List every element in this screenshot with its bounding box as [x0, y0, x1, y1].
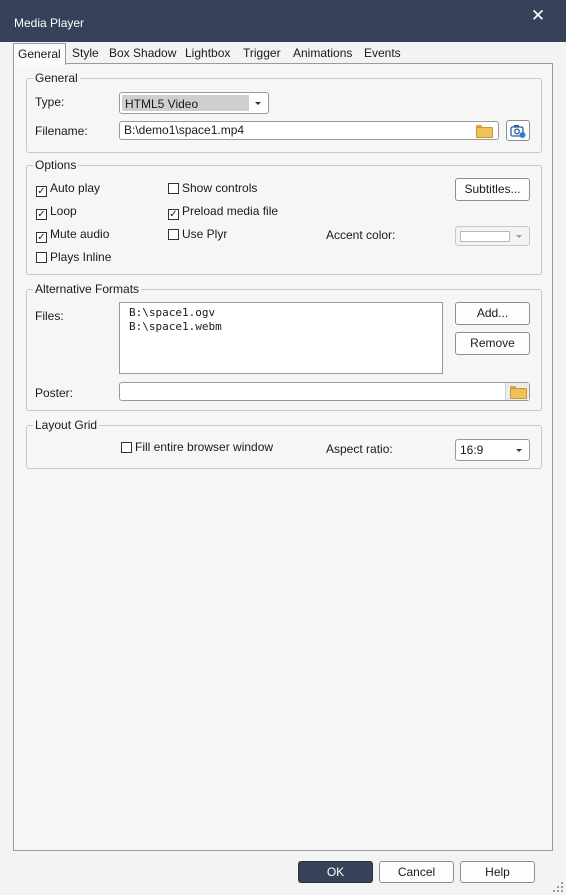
- loop-checkbox[interactable]: ✓ Loop: [36, 204, 77, 220]
- use-plyr-checkbox[interactable]: Use Plyr: [168, 227, 227, 243]
- use-plyr-label: Use Plyr: [182, 227, 228, 241]
- plays-inline-checkbox[interactable]: Plays Inline: [36, 250, 111, 266]
- checkbox-empty-icon: [168, 229, 179, 240]
- title-bar: Media Player ✕: [0, 0, 566, 42]
- poster-input[interactable]: [119, 382, 530, 401]
- mute-audio-label: Mute audio: [50, 227, 110, 241]
- fill-window-checkbox[interactable]: Fill entire browser window: [121, 440, 273, 456]
- tab-events[interactable]: Events: [362, 45, 403, 63]
- layout-grid-group: Layout Grid Fill entire browser window A…: [26, 418, 542, 469]
- auto-play-checkbox[interactable]: ✓ Auto play: [36, 181, 100, 197]
- checkmark-icon: ✓: [36, 232, 47, 243]
- tab-lightbox[interactable]: Lightbox: [183, 45, 232, 63]
- aspect-ratio-label: Aspect ratio:: [326, 442, 393, 456]
- tab-general[interactable]: General: [13, 43, 66, 65]
- tab-animations[interactable]: Animations: [291, 45, 354, 63]
- accent-color-picker[interactable]: [455, 226, 530, 246]
- camera-icon: [510, 125, 526, 138]
- preload-media-label: Preload media file: [182, 204, 279, 218]
- filename-value: B:\demo1\space1.mp4: [124, 123, 245, 137]
- resize-grip-icon[interactable]: [553, 882, 563, 892]
- checkbox-empty-icon: [121, 442, 132, 453]
- checkmark-icon: ✓: [36, 209, 47, 220]
- close-icon[interactable]: ✕: [520, 4, 556, 32]
- options-group: Options ✓ Auto play ✓ Loop ✓ Mute audio Pla…: [26, 158, 542, 275]
- show-controls-checkbox[interactable]: Show controls: [168, 181, 257, 197]
- plays-inline-label: Plays Inline: [50, 250, 112, 264]
- tab-style[interactable]: Style: [70, 45, 101, 63]
- help-button[interactable]: Help: [460, 861, 535, 883]
- auto-play-label: Auto play: [50, 181, 101, 195]
- chevron-down-icon: [516, 235, 522, 238]
- media-library-button[interactable]: [506, 120, 530, 141]
- alternative-formats-title: Alternative Formats: [33, 282, 142, 296]
- fill-window-label: Fill entire browser window: [135, 440, 274, 454]
- list-item[interactable]: B:\space1.ogv: [129, 306, 215, 319]
- subtitles-button[interactable]: Subtitles...: [455, 178, 530, 201]
- checkbox-empty-icon: [168, 183, 179, 194]
- type-select-value: HTML5 Video: [122, 95, 249, 111]
- files-list[interactable]: B:\space1.ogv B:\space1.webm: [119, 302, 443, 374]
- checkmark-icon: ✓: [36, 186, 47, 197]
- tab-trigger[interactable]: Trigger: [241, 45, 283, 63]
- remove-file-button[interactable]: Remove: [455, 332, 530, 355]
- layout-grid-title: Layout Grid: [33, 418, 100, 432]
- folder-icon[interactable]: [476, 125, 493, 138]
- type-select[interactable]: HTML5 Video: [119, 92, 269, 114]
- tab-panel-general: General Type: HTML5 Video Filename: B:\d…: [13, 63, 553, 851]
- folder-icon: [510, 386, 527, 399]
- show-controls-label: Show controls: [182, 181, 258, 195]
- add-file-button[interactable]: Add...: [455, 302, 530, 325]
- general-group-title: General: [33, 71, 80, 85]
- tab-box-shadow[interactable]: Box Shadow: [107, 45, 178, 63]
- general-group: General Type: HTML5 Video Filename: B:\d…: [26, 71, 542, 153]
- type-label: Type:: [35, 95, 65, 109]
- ok-button[interactable]: OK: [298, 861, 373, 883]
- accent-color-label: Accent color:: [326, 228, 396, 242]
- cancel-button[interactable]: Cancel: [379, 861, 454, 883]
- loop-label: Loop: [50, 204, 77, 218]
- checkbox-empty-icon: [36, 252, 47, 263]
- options-group-title: Options: [33, 158, 79, 172]
- mute-audio-checkbox[interactable]: ✓ Mute audio: [36, 227, 109, 243]
- files-label: Files:: [35, 309, 64, 323]
- preload-media-checkbox[interactable]: ✓ Preload media file: [168, 204, 278, 220]
- chevron-down-icon: [516, 449, 522, 452]
- filename-label: Filename:: [35, 124, 88, 138]
- window-title: Media Player: [14, 16, 85, 30]
- poster-browse-button[interactable]: [505, 383, 529, 400]
- color-swatch: [460, 231, 510, 242]
- filename-input[interactable]: B:\demo1\space1.mp4: [119, 121, 499, 140]
- alternative-formats-group: Alternative Formats Files: B:\space1.ogv…: [26, 282, 542, 411]
- checkmark-icon: ✓: [168, 209, 179, 220]
- aspect-ratio-select[interactable]: 16:9: [455, 439, 530, 461]
- aspect-ratio-value: 16:9: [460, 443, 484, 457]
- poster-label: Poster:: [35, 386, 74, 400]
- chevron-down-icon: [255, 102, 261, 105]
- list-item[interactable]: B:\space1.webm: [129, 320, 222, 333]
